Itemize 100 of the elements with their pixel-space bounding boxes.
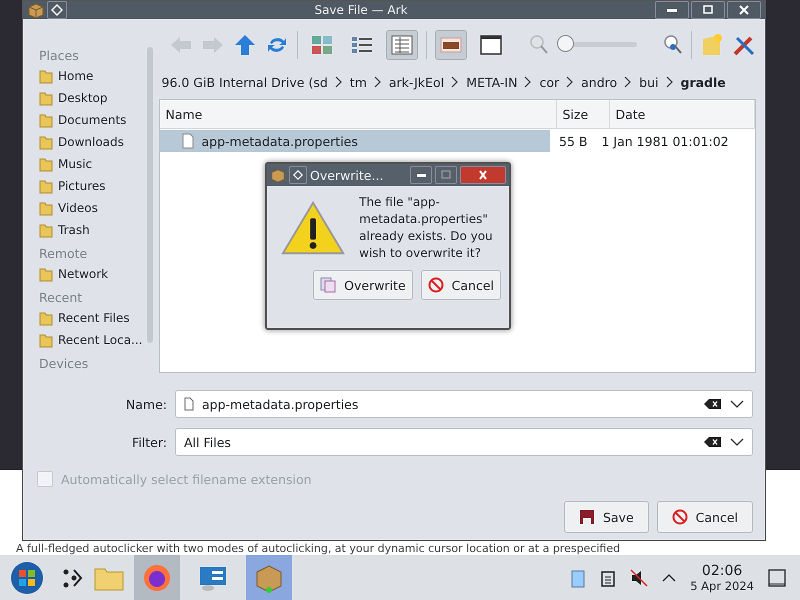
minimize-icon	[416, 174, 426, 176]
sidebar-item[interactable]: Pictures	[39, 175, 142, 197]
breadcrumb-item[interactable]: tm	[346, 74, 370, 90]
detail-view-icon	[390, 35, 412, 55]
zoom-in-icon[interactable]	[662, 34, 682, 56]
box-icon	[27, 1, 45, 19]
sidebar-item[interactable]: Trash	[39, 219, 142, 241]
overwrite-button[interactable]: Overwrite	[313, 270, 413, 300]
message-text: The file "app-metadata.properties" already exists. Do you wish to overwrite it?	[359, 194, 494, 262]
chevron-down-icon[interactable]	[730, 437, 744, 447]
close-icon	[477, 170, 489, 180]
taskbar-button[interactable]	[246, 555, 292, 600]
folder-icon	[39, 178, 53, 194]
taskbar-button[interactable]	[134, 555, 180, 600]
section-heading: Remote	[39, 246, 88, 261]
maximize-icon	[702, 4, 714, 16]
table-cell-text: 55 B	[558, 134, 588, 148]
preview-toggle-button[interactable]	[434, 30, 466, 60]
folder-icon	[39, 332, 53, 348]
show-desktop-icon[interactable]	[768, 568, 786, 586]
minimize-button[interactable]	[655, 1, 689, 19]
sidebar-item[interactable]: Videos	[39, 197, 142, 219]
notes-icon[interactable]	[600, 568, 616, 586]
breadcrumb-item[interactable]: andro	[578, 74, 620, 90]
clear-icon[interactable]	[704, 398, 722, 410]
table-cell-text: 1 Jan 1981 01:01:02	[600, 134, 730, 148]
page-text: A full-fledged autoclicker with two modes of autoclicking, at your dynamic cursor location or at a prespecified	[15, 542, 620, 555]
pin-button[interactable]	[47, 1, 67, 19]
diamond-icon	[51, 4, 63, 16]
documents-icon	[320, 277, 336, 293]
field-label: Name:	[124, 396, 167, 412]
breadcrumb-item[interactable]: META-IN	[463, 74, 520, 90]
folder-icon	[39, 200, 53, 216]
folder-icon	[39, 310, 53, 326]
clipboard-icon[interactable]	[570, 568, 586, 588]
column-header[interactable]: Name	[160, 100, 556, 128]
folder-icon	[39, 112, 53, 128]
breadcrumb-item[interactable]: gradle	[678, 74, 729, 90]
breadcrumb-item[interactable]: 96.0 GiB Internal Drive (sd	[158, 74, 331, 90]
folder-icon	[39, 134, 53, 150]
box-icon	[270, 167, 286, 183]
chevron-icon	[334, 76, 343, 88]
pin-button[interactable]	[289, 166, 307, 184]
section-heading: Places	[39, 48, 80, 63]
muted-speaker-icon[interactable]	[630, 568, 648, 586]
icons-view-icon	[310, 35, 332, 55]
field-label: Filter:	[131, 434, 167, 450]
close-button[interactable]	[460, 166, 506, 184]
sidebar-item[interactable]: Downloads	[39, 131, 142, 153]
sidebar-item[interactable]: Desktop	[39, 87, 142, 109]
close-icon	[738, 4, 750, 16]
chevron-down-icon[interactable]	[730, 399, 744, 409]
folder-icon	[39, 68, 53, 84]
chevron-icon	[374, 76, 382, 88]
image-preview-icon	[440, 36, 462, 54]
name-field[interactable]: app-metadata.properties	[175, 390, 753, 418]
cancel-button[interactable]: Cancel	[420, 270, 501, 300]
sidebar-item[interactable]: Music	[39, 153, 142, 175]
folder-icon	[39, 266, 53, 282]
firefox-icon	[142, 562, 172, 592]
sidebar-item[interactable]: Network	[39, 263, 142, 285]
clock[interactable]: 02:06 5 Apr 2024	[690, 562, 754, 592]
minimize-button[interactable]	[410, 166, 432, 184]
file-row[interactable]: app-metadata.properties	[160, 130, 550, 152]
save-button[interactable]: Save	[564, 501, 649, 533]
chevron-up-icon[interactable]	[662, 572, 676, 582]
breadcrumb-item[interactable]: bui	[636, 74, 662, 90]
filter-combo[interactable]: All Files	[175, 428, 753, 456]
column-header[interactable]: Date	[610, 100, 754, 128]
start-menu-icon	[10, 560, 44, 594]
stop-icon	[672, 509, 688, 525]
scrollbar[interactable]	[146, 47, 152, 343]
sidebar-item[interactable]: Recent Loca...	[39, 329, 142, 351]
chevron-icon	[451, 76, 460, 88]
folder-icon	[39, 222, 53, 238]
folder-icon	[39, 90, 53, 106]
maximize-button[interactable]	[691, 1, 725, 19]
maximize-icon	[440, 170, 452, 180]
file-icon	[182, 133, 194, 149]
checkbox-label: Automatically select filename extension	[61, 472, 312, 486]
breadcrumb-item[interactable]: ark-JkEoI	[386, 74, 448, 90]
minimize-icon	[667, 8, 677, 12]
view-mode-button[interactable]	[386, 30, 418, 60]
chevron-icon	[666, 76, 674, 88]
compact-view-icon	[350, 35, 372, 55]
window-title: Save File — Ark	[313, 3, 409, 17]
column-header[interactable]: Size	[556, 100, 610, 128]
cancel-button[interactable]: Cancel	[656, 501, 753, 533]
chevron-icon	[566, 76, 574, 88]
chevron-icon	[524, 76, 532, 88]
warning-icon	[281, 200, 346, 256]
clear-icon[interactable]	[704, 436, 722, 448]
close-button[interactable]	[727, 1, 761, 19]
sidebar-item[interactable]: Recent Files	[39, 307, 142, 329]
up-arrow-icon[interactable]	[232, 33, 256, 57]
breadcrumb-item[interactable]: cor	[536, 74, 562, 90]
file-icon	[184, 397, 194, 411]
sidebar-item[interactable]: Documents	[39, 109, 142, 131]
sidebar-item[interactable]: Home	[39, 65, 142, 87]
window-title: Overwrite...	[310, 168, 384, 182]
